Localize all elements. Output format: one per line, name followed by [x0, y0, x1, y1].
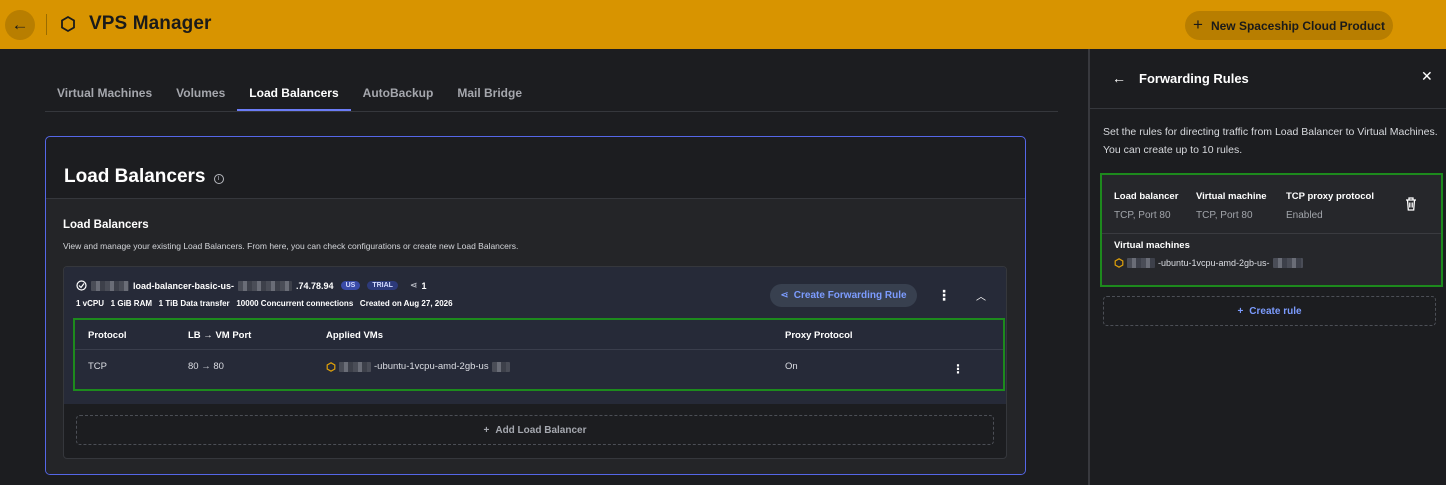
panel-title: Forwarding Rules: [1139, 71, 1249, 86]
hexagon-icon: [326, 361, 336, 372]
tab-mail-bridge[interactable]: Mail Bridge: [445, 80, 534, 111]
section-title: Load Balancers: [63, 219, 149, 231]
forwarding-rules-table: Protocol LB → VM Port Applied VMs Proxy …: [73, 318, 1005, 391]
panel-header: ← Forwarding Rules ✕: [1090, 49, 1446, 109]
share-nodes-icon: ⋖: [780, 290, 789, 301]
proxy-label: TCP proxy protocol: [1286, 191, 1374, 202]
column-header-protocol: Protocol: [88, 330, 127, 341]
info-icon[interactable]: i: [213, 173, 224, 184]
rules-count: 1: [421, 280, 427, 291]
load-balancers-card: Load Balancers i Load Balancers View and…: [45, 136, 1026, 475]
load-balancer-specs: 1 vCPU 1 GiB RAM 1 TiB Data transfer 100…: [76, 299, 453, 308]
redacted-text: [1127, 258, 1155, 268]
cell-port: 80 → 80: [188, 361, 224, 372]
new-product-label: New Spaceship Cloud Product: [1210, 18, 1385, 33]
redacted-text: [238, 280, 293, 291]
plus-icon: +: [1193, 14, 1203, 34]
vm-label: Virtual machine: [1196, 191, 1267, 202]
tab-autobackup[interactable]: AutoBackup: [351, 80, 446, 111]
top-bar: ← VPS Manager + New Spaceship Cloud Prod…: [0, 0, 1446, 49]
cell-protocol: TCP: [88, 361, 107, 372]
divider: [46, 14, 47, 35]
applied-vm-name: -ubuntu-1vcpu-amd-2gb-us: [374, 361, 489, 372]
chevron-up-icon[interactable]: ︿: [976, 288, 986, 303]
redacted-text: [91, 280, 129, 291]
load-balancer-list: load-balancer-basic-us- .74.78.94 US TRI…: [63, 266, 1007, 459]
tab-volumes[interactable]: Volumes: [164, 80, 237, 111]
panel-description: Set the rules for directing traffic from…: [1103, 126, 1438, 156]
plus-icon: +: [483, 424, 490, 436]
redacted-text: [1272, 258, 1303, 268]
lb-label: Load balancer: [1114, 191, 1179, 202]
arrow-left-icon[interactable]: ←: [1112, 70, 1126, 86]
card-header: Load Balancers i: [46, 137, 1025, 199]
lb-value: TCP, Port 80: [1114, 210, 1171, 221]
region-badge: US: [340, 281, 361, 290]
redacted-text: [491, 361, 510, 372]
load-balancer-item: load-balancer-basic-us- .74.78.94 US TRI…: [64, 267, 1006, 404]
arrow-left-icon: ←: [11, 15, 29, 34]
create-rule-label: Create rule: [1249, 305, 1302, 317]
plus-icon: +: [1237, 305, 1244, 317]
close-icon[interactable]: ✕: [1421, 68, 1433, 85]
card-body: Load Balancers View and manage your exis…: [46, 199, 1025, 474]
tab-load-balancers[interactable]: Load Balancers: [237, 80, 351, 111]
add-load-balancer-button[interactable]: + Add Load Balancer: [76, 415, 994, 445]
section-description: View and manage your existing Load Balan…: [63, 241, 519, 251]
vms-value: -ubuntu-1vcpu-amd-2gb-us-: [1114, 258, 1303, 268]
create-rule-button[interactable]: + Create rule: [1103, 296, 1436, 326]
row-more-options-icon[interactable]: ⋮: [952, 362, 964, 376]
trash-icon[interactable]: [1404, 196, 1418, 212]
column-header-port: LB → VM Port: [188, 330, 252, 341]
trial-badge: TRIAL: [367, 281, 398, 290]
tab-virtual-machines[interactable]: Virtual Machines: [45, 80, 164, 111]
load-balancer-name[interactable]: load-balancer-basic-us- .74.78.94 US TRI…: [76, 280, 426, 291]
load-balancer-ip: .74.78.94: [296, 280, 334, 291]
add-load-balancer-label: Add Load Balancer: [495, 424, 587, 436]
card-title: Load Balancers: [64, 166, 206, 187]
vm-value: TCP, Port 80: [1196, 210, 1253, 221]
new-product-button[interactable]: + New Spaceship Cloud Product: [1185, 11, 1393, 40]
vms-label: Virtual machines: [1114, 240, 1190, 251]
create-forwarding-rule-button[interactable]: ⋖ Create Forwarding Rule: [770, 284, 917, 307]
column-header-proxy-protocol: Proxy Protocol: [785, 330, 853, 341]
hexagon-icon: [1114, 258, 1124, 268]
load-balancer-icon: [76, 280, 87, 291]
forwarding-rules-panel: ← Forwarding Rules ✕ Set the rules for d…: [1088, 49, 1446, 485]
hexagon-icon: [61, 15, 75, 33]
tab-bar: Virtual Machines Volumes Load Balancers …: [45, 80, 534, 112]
cell-applied-vm: -ubuntu-1vcpu-amd-2gb-us: [326, 361, 510, 372]
tabs-divider: [45, 111, 1058, 112]
back-button[interactable]: ←: [5, 10, 35, 40]
redacted-text: [339, 361, 371, 372]
vm-name: -ubuntu-1vcpu-amd-2gb-us-: [1158, 258, 1270, 268]
rule-summary: Load balancer TCP, Port 80 Virtual machi…: [1102, 175, 1441, 234]
load-balancer-name-text: load-balancer-basic-us-: [133, 280, 235, 291]
page-title: VPS Manager: [89, 13, 212, 34]
table-header: Protocol LB → VM Port Applied VMs Proxy …: [75, 320, 1003, 350]
forwarding-rule-card: Load balancer TCP, Port 80 Virtual machi…: [1100, 173, 1443, 287]
more-options-icon[interactable]: ⋮: [937, 287, 951, 304]
create-forwarding-rule-label: Create Forwarding Rule: [793, 290, 907, 301]
column-header-applied-vms: Applied VMs: [326, 330, 384, 341]
share-nodes-icon: ⋖: [409, 280, 418, 290]
cell-proxy-protocol: On: [785, 361, 798, 372]
proxy-value: Enabled: [1286, 210, 1323, 221]
